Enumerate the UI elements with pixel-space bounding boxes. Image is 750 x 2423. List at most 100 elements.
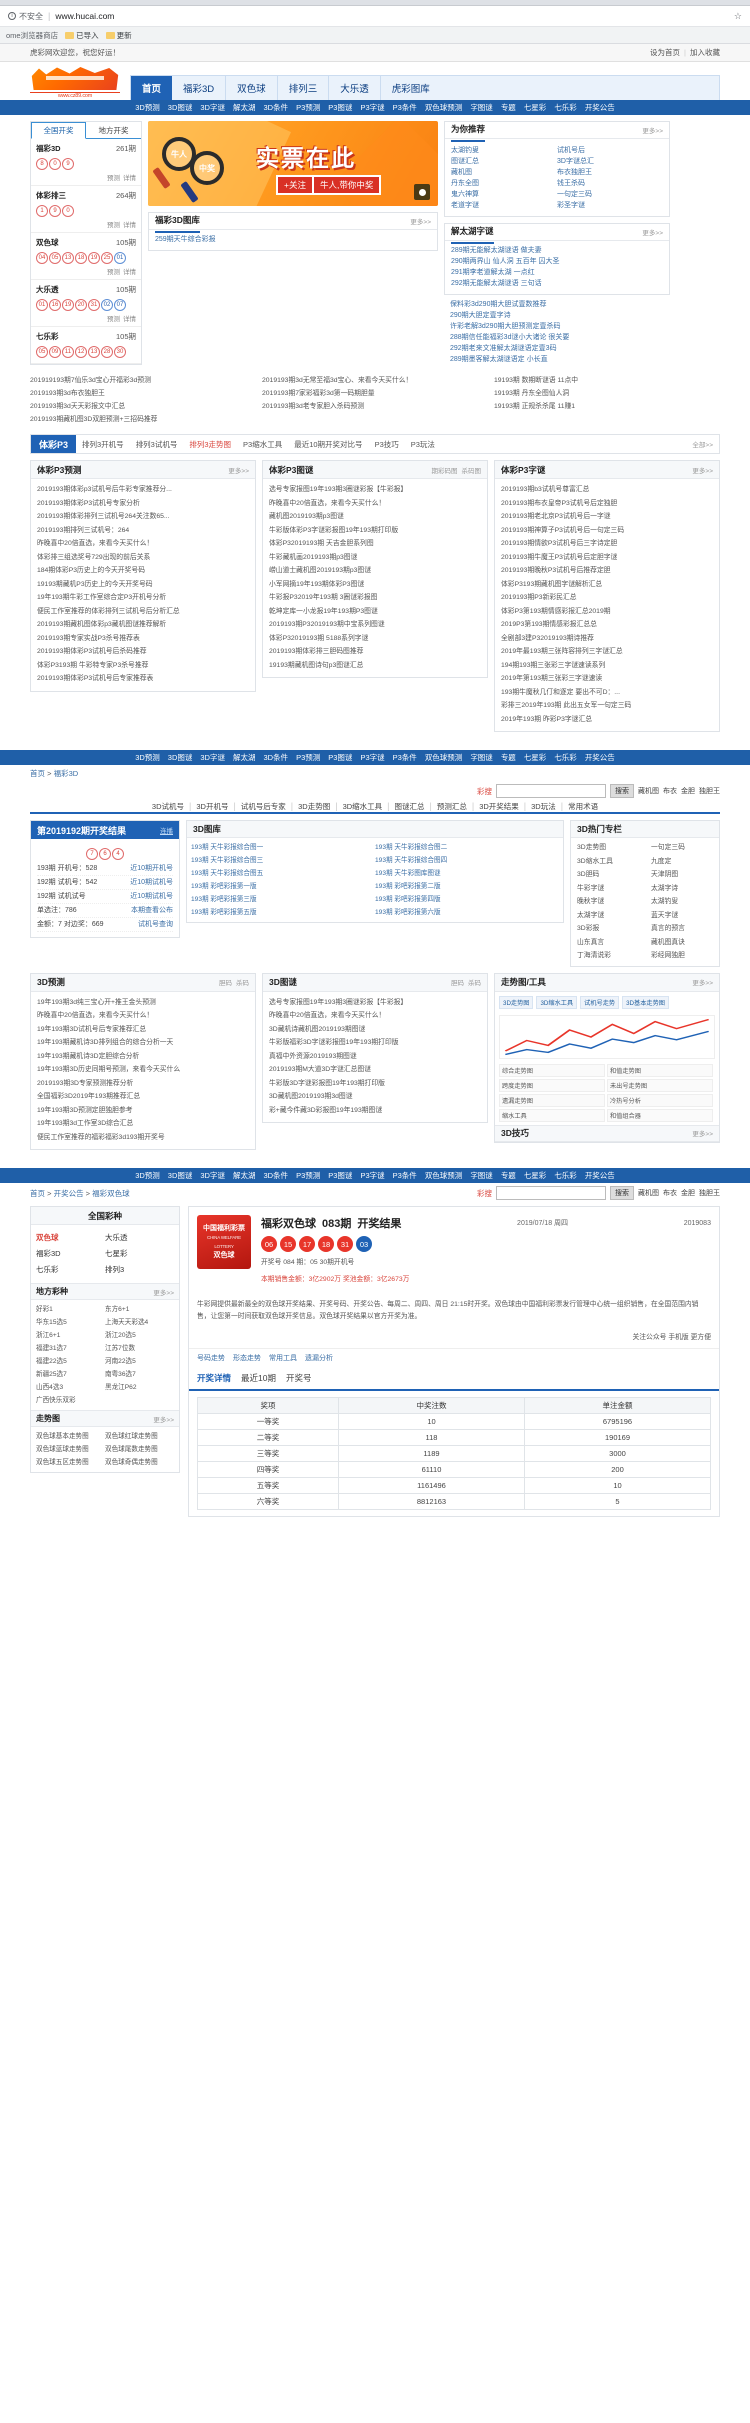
list-item[interactable]: 19年193期3D预测定胆独胆参考 <box>37 1104 249 1118</box>
list-item[interactable]: 河南22选5 <box>105 1355 174 1368</box>
security-indicator[interactable]: i 不安全 <box>8 11 43 22</box>
pane-sub-2[interactable]: 杀码 <box>468 980 481 987</box>
list-item[interactable]: 丹东全图 <box>451 178 557 189</box>
subnav-item[interactable]: 专题 <box>501 752 516 763</box>
list-item[interactable]: 2019193期3d天天彩报文中汇总 <box>30 400 256 413</box>
sidebar-item-qilecai[interactable]: 七乐彩 <box>36 1262 105 1278</box>
subnav-item[interactable]: 3D字谜 <box>200 1170 225 1181</box>
list-item[interactable]: 2019193期体彩P3试机号后专家推荐表 <box>37 672 249 686</box>
result-value[interactable]: 近10期试机号 <box>130 876 173 889</box>
breadcrumb-home[interactable]: 首页 <box>30 769 45 778</box>
list-item[interactable]: 2019193期老北京P3试机号后一字谜 <box>501 510 713 524</box>
list-item[interactable]: 牛彩版福彩3D字谜彩报图19年193期打印版 <box>269 1036 481 1050</box>
list-item[interactable]: 乾坤定库一小龙报19年193期P3图谜 <box>269 605 481 619</box>
list-item[interactable]: 牛彩版体彩P3字谜彩报图19年193期打印版 <box>269 524 481 538</box>
list-item[interactable]: 2019年193期 昨彩P3字谜汇总 <box>501 713 713 727</box>
p3-bar-item[interactable]: 排列3走势图 <box>183 439 237 450</box>
list-item[interactable]: 193期 天牛彩报综合图四 <box>375 854 559 867</box>
tool-link[interactable]: 3D开奖结果 <box>479 801 519 812</box>
list-item[interactable]: 选号专家报图19年193期3圈谜彩报【牛彩报】 <box>269 483 481 497</box>
list-item[interactable]: 290期大胆定壹字诗 <box>450 310 664 321</box>
subnav-item[interactable]: 解太湖 <box>233 102 256 113</box>
list-item[interactable]: 藏机图2019193期p3图谜 <box>269 510 481 524</box>
site-logo[interactable]: www.cz89.com <box>30 66 120 100</box>
list-item[interactable]: 201919193期7仙乐3d宝心开福彩3d预测 <box>30 374 256 387</box>
list-item[interactable]: 江苏7位数 <box>105 1342 174 1355</box>
list-item[interactable]: 双色球五区走势图 <box>36 1456 105 1469</box>
list-item[interactable]: 牛彩版3D字谜彩报图19年193期打印版 <box>269 1077 481 1091</box>
tool-link[interactable]: 常用术语 <box>568 801 598 812</box>
promo-banner[interactable]: 牛人 中奖 实票在此 +关注 牛人,带你中奖 <box>148 121 438 206</box>
list-item[interactable]: 上海天天彩选4 <box>105 1316 174 1329</box>
list-item[interactable]: 193期 彩吧彩报第六版 <box>375 906 559 919</box>
list-item[interactable]: 双色球红球走势图 <box>105 1430 174 1443</box>
list-item[interactable]: 19年193期3d工作室3D综合汇总 <box>37 1117 249 1131</box>
list-item[interactable]: 牛彩藏机画2019193期p3图谜 <box>269 551 481 565</box>
list-item[interactable]: 浙江20选5 <box>105 1329 174 1342</box>
search-keyword[interactable]: 金胆 <box>681 786 695 796</box>
list-item[interactable]: 选号专家报图19年193期3圈谜彩报【牛彩报】 <box>269 996 481 1010</box>
list-item[interactable]: 2019193期体彩p3试机号后牛彩专家推荐分... <box>37 483 249 497</box>
result-value[interactable]: 本期查看公布 <box>131 904 173 917</box>
p3-all-link[interactable]: 全部>> <box>692 439 719 449</box>
list-item[interactable]: 2019193期排列三试机号：264 <box>37 524 249 538</box>
subnav-item[interactable]: 双色球预测 <box>425 752 463 763</box>
list-item[interactable]: 2019193期情欲P3试机号后三字诗定胆 <box>501 537 713 551</box>
subnav-item[interactable]: P3预测 <box>296 752 320 763</box>
draw-detail-link[interactable]: 详情 <box>123 175 136 182</box>
subnav-item[interactable]: P3条件 <box>393 1170 417 1181</box>
list-item[interactable]: 牛彩字谜 <box>577 882 639 896</box>
list-item[interactable]: 太湖钓叟 <box>651 895 713 909</box>
list-item[interactable]: 昨晚喜中20倍直选，来看今天买什么！ <box>37 1009 249 1023</box>
list-item[interactable]: 288期信任能福彩3d谜小大诸论 很关要 <box>450 332 664 343</box>
pane-sub-2[interactable]: 杀码图 <box>462 468 482 475</box>
subnav-item[interactable]: P3字谜 <box>360 102 384 113</box>
list-item[interactable]: 19193期藏机图诗句p3图谜汇总 <box>269 659 481 673</box>
list-item[interactable]: 新疆25选7 <box>36 1368 105 1381</box>
bookmark-star-icon[interactable]: ☆ <box>734 11 742 22</box>
subnav-item[interactable]: 3D预测 <box>135 752 160 763</box>
browser-omnibox[interactable]: i 不安全 | www.hucai.com ☆ <box>0 6 750 27</box>
list-item[interactable]: 昨晚喜中20倍直选，来看今天买什么！ <box>269 497 481 511</box>
list-item[interactable]: 2019193期神算子P3试机号后一句定三码 <box>501 524 713 538</box>
subnav-item[interactable]: 专题 <box>501 1170 516 1181</box>
add-favorite-link[interactable]: 加入收藏 <box>690 47 720 58</box>
list-item[interactable]: 3D缩水工具 <box>577 855 639 869</box>
pane-sub-2[interactable]: 杀码 <box>236 980 249 987</box>
trend-chip[interactable]: 试机号走势 <box>580 995 620 1009</box>
list-item[interactable]: 2019193期7家彩福彩3d第一码期胆量 <box>262 387 488 400</box>
list-item[interactable]: 3D彩报 <box>577 922 639 936</box>
tab-last10[interactable]: 最近10期 <box>241 1372 276 1384</box>
list-item[interactable]: 19193期 丹东全图仙人洞 <box>494 387 720 400</box>
list-item[interactable]: 南粤36选7 <box>105 1368 174 1381</box>
subnav-item[interactable]: 字图谜 <box>470 102 493 113</box>
list-item[interactable]: 19年193期藏机诗3D排列组合的综合分析一天 <box>37 1036 249 1050</box>
tool-link[interactable]: 3D玩法 <box>531 801 556 812</box>
tool-link[interactable]: 3D缩水工具 <box>343 801 383 812</box>
list-item[interactable]: 小军网摘19年193期体彩P3图谜 <box>269 578 481 592</box>
list-item[interactable]: 2019193期晚秋P3试机号后推荐定胆 <box>501 564 713 578</box>
list-item[interactable]: 彩排三2019年193期 此出五女军一句定三码 <box>501 699 713 713</box>
tool-link[interactable]: 3D试机号 <box>152 801 184 812</box>
list-item[interactable]: 2019193期M大道3D字谜汇总图谜 <box>269 1063 481 1077</box>
subnav-item[interactable]: P3预测 <box>296 102 320 113</box>
recommend-more-link[interactable]: 更多>> <box>642 125 663 135</box>
list-item[interactable]: 便民工作室推荐的福彩福彩3d193期开奖号 <box>37 1131 249 1145</box>
draw-predict-link[interactable]: 预测 <box>107 222 120 229</box>
draw-predict-link[interactable]: 预测 <box>107 175 120 182</box>
list-item[interactable]: 体彩P32019193期 天吉金胆系列图 <box>269 537 481 551</box>
list-item[interactable]: 太湖钓叟 <box>451 145 557 156</box>
pane-sub-1[interactable]: 期彩码图 <box>432 468 458 475</box>
trend-tool[interactable]: 遗漏走势图 <box>499 1093 605 1107</box>
list-item[interactable]: 2019193期3d老专家胆入杀码预测 <box>262 400 488 413</box>
banner-indicator[interactable] <box>414 184 430 200</box>
list-item[interactable]: 2019193期布衣皇帝P3试机号后定独胆 <box>501 497 713 511</box>
subnav-item[interactable]: 开奖公告 <box>585 752 615 763</box>
draw-detail-link[interactable]: 详情 <box>123 316 136 323</box>
list-item[interactable]: 试机号后 <box>557 145 663 156</box>
p3-bar-item[interactable]: 最近10期开奖对比号 <box>288 439 368 450</box>
nav-tab-pailie3[interactable]: 排列三 <box>278 76 330 100</box>
search-keyword[interactable]: 藏机图 <box>638 786 659 796</box>
list-item[interactable]: 19193期藏机P3历史上的今天开奖号码 <box>37 578 249 592</box>
p3-bar-item[interactable]: P3缩水工具 <box>237 439 288 450</box>
